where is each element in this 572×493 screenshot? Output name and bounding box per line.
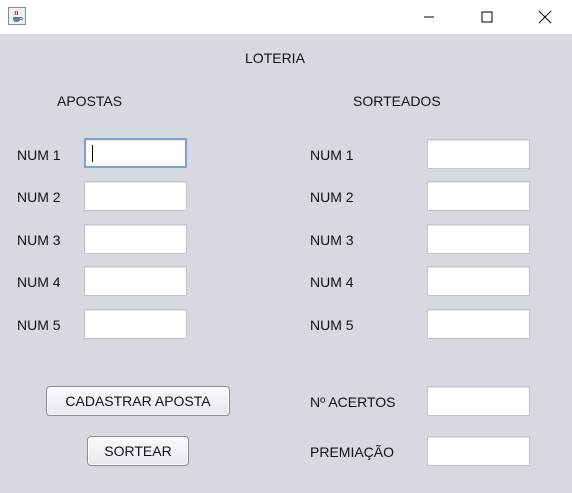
sorteado-num1-input[interactable] [427,139,530,169]
aposta-num5-input[interactable] [84,309,187,339]
minimize-button[interactable] [400,0,458,34]
sorteado-num2-input[interactable] [427,181,530,211]
title-bar [0,0,572,34]
apostas-heading: APOSTAS [57,93,123,109]
sorteado-num4-input[interactable] [427,266,530,296]
main-panel: LOTERIA APOSTAS SORTEADOS NUM 1 NUM 2 NU… [0,34,572,493]
acertos-field[interactable] [427,386,530,416]
close-icon [538,10,552,24]
sorteado-num5-input[interactable] [427,309,530,339]
close-button[interactable] [516,0,572,34]
text-caret [92,145,93,162]
maximize-icon [481,11,493,23]
aposta-num4-label: NUM 4 [17,274,61,290]
aposta-num2-input[interactable] [84,181,187,211]
aposta-num1-label: NUM 1 [17,147,61,163]
premiacao-field[interactable] [427,436,530,466]
page-title: LOTERIA [245,50,305,66]
sorteado-num3-input[interactable] [427,224,530,254]
cadastrar-aposta-button[interactable]: CADASTRAR APOSTA [46,386,230,416]
premiacao-label: PREMIAÇÃO [310,444,395,460]
aposta-num1-input[interactable] [84,138,187,168]
aposta-num3-input[interactable] [84,224,187,254]
sorteado-num4-label: NUM 4 [310,274,354,290]
aposta-num2-label: NUM 2 [17,189,61,205]
sorteado-num5-label: NUM 5 [310,317,354,333]
maximize-button[interactable] [458,0,516,34]
acertos-label: Nº ACERTOS [310,394,396,410]
sorteado-num1-label: NUM 1 [310,147,354,163]
sortear-button[interactable]: SORTEAR [87,436,189,466]
java-cup-icon[interactable] [8,7,26,25]
aposta-num3-label: NUM 3 [17,232,61,248]
minimize-icon [424,16,434,18]
sorteado-num2-label: NUM 2 [310,189,354,205]
sorteado-num3-label: NUM 3 [310,232,354,248]
aposta-num5-label: NUM 5 [17,317,61,333]
aposta-num4-input[interactable] [84,266,187,296]
sorteados-heading: SORTEADOS [353,93,441,109]
